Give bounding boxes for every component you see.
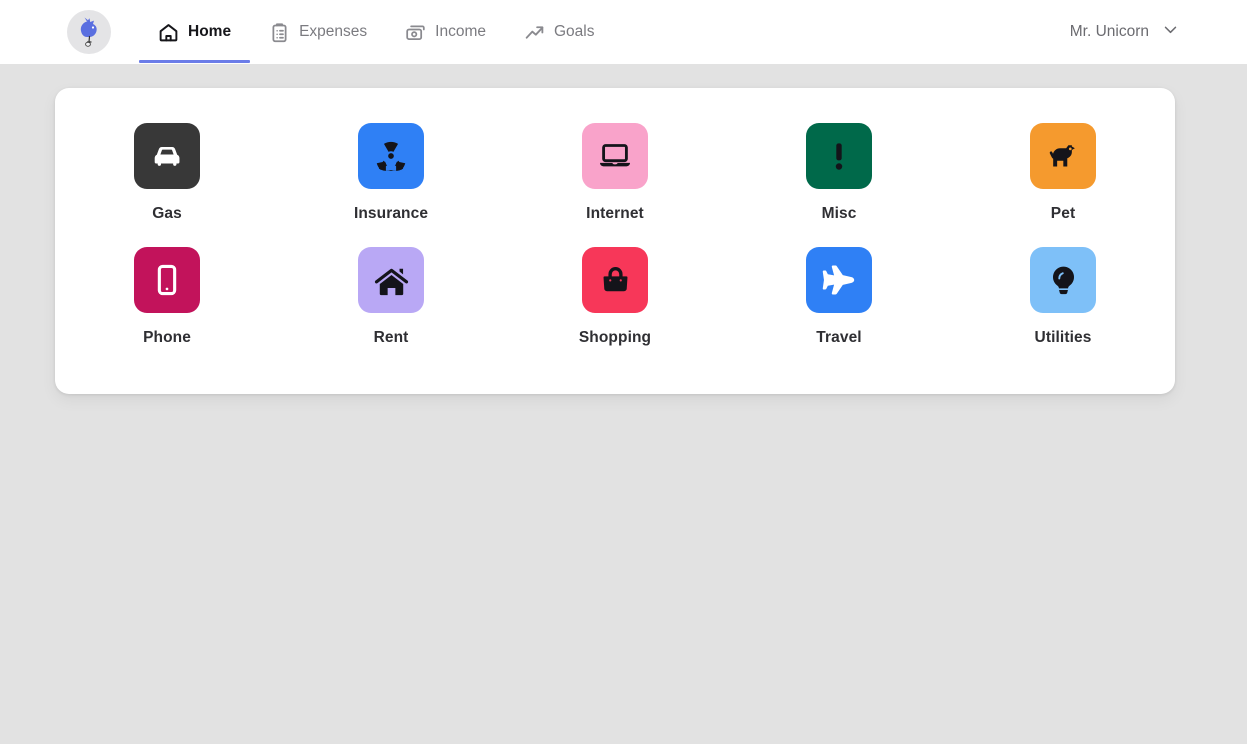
airplane-icon	[822, 265, 855, 295]
category-utilities[interactable]: Utilities	[951, 237, 1175, 361]
category-label-travel: Travel	[816, 329, 862, 346]
unicorn-logo-icon[interactable]	[67, 10, 111, 54]
nav-item-expenses[interactable]: Expenses	[250, 0, 386, 64]
category-phone[interactable]: Phone	[55, 237, 279, 361]
category-label-utilities: Utilities	[1034, 329, 1092, 346]
dog-icon	[1049, 145, 1075, 167]
clipboard-list-icon	[269, 22, 290, 43]
category-label-misc: Misc	[821, 205, 857, 222]
smartphone-icon	[157, 264, 177, 296]
category-gas[interactable]: Gas	[55, 113, 279, 237]
main-navigation: Home Expenses Income Goals	[139, 0, 614, 64]
nav-label-income: Income	[435, 23, 486, 41]
house-icon	[374, 268, 408, 295]
category-label-shopping: Shopping	[578, 329, 652, 346]
category-label-insurance: Insurance	[353, 205, 429, 222]
nav-item-income[interactable]: Income	[386, 0, 505, 64]
category-label-pet: Pet	[1050, 205, 1076, 222]
category-tile-utilities	[1030, 247, 1096, 313]
category-tile-shopping	[582, 247, 648, 313]
laptop-icon	[600, 144, 630, 167]
category-internet[interactable]: Internet	[503, 113, 727, 237]
exclamation-icon	[835, 143, 843, 170]
category-tile-phone	[134, 247, 200, 313]
user-menu[interactable]: Mr. Unicorn	[1070, 21, 1227, 43]
category-pet[interactable]: Pet	[951, 113, 1175, 237]
category-tile-rent	[358, 247, 424, 313]
category-label-phone: Phone	[143, 329, 191, 346]
banknote-icon	[405, 22, 426, 43]
nav-item-goals[interactable]: Goals	[505, 0, 614, 64]
category-tile-travel	[806, 247, 872, 313]
category-travel[interactable]: Travel	[727, 237, 951, 361]
trending-up-icon	[524, 22, 545, 43]
lightbulb-icon	[1052, 266, 1074, 294]
categories-grid: Gas Insurance Internet Misc Pet Phone Re…	[55, 113, 1175, 361]
chevron-down-icon	[1162, 21, 1179, 43]
category-insurance[interactable]: Insurance	[279, 113, 503, 237]
category-label-gas: Gas	[152, 205, 182, 222]
category-tile-pet	[1030, 123, 1096, 189]
nav-label-home: Home	[188, 23, 232, 41]
home-icon	[158, 22, 179, 43]
category-tile-misc	[806, 123, 872, 189]
radiation-icon	[376, 141, 406, 171]
user-name-label: Mr. Unicorn	[1069, 23, 1149, 40]
category-misc[interactable]: Misc	[727, 113, 951, 237]
nav-item-home[interactable]: Home	[139, 0, 251, 64]
category-tile-insurance	[358, 123, 424, 189]
nav-label-goals: Goals	[554, 23, 595, 41]
category-tile-gas	[134, 123, 200, 189]
categories-card: Gas Insurance Internet Misc Pet Phone Re…	[55, 88, 1175, 394]
nav-label-expenses: Expenses	[299, 23, 368, 41]
category-tile-internet	[582, 123, 648, 189]
category-shopping[interactable]: Shopping	[503, 237, 727, 361]
car-icon	[154, 147, 180, 166]
category-label-rent: Rent	[373, 329, 409, 346]
shopping-bag-icon	[603, 266, 627, 291]
app-header: Home Expenses Income Goals Mr. Unicorn	[0, 0, 1247, 64]
category-rent[interactable]: Rent	[279, 237, 503, 361]
category-label-internet: Internet	[586, 205, 644, 222]
